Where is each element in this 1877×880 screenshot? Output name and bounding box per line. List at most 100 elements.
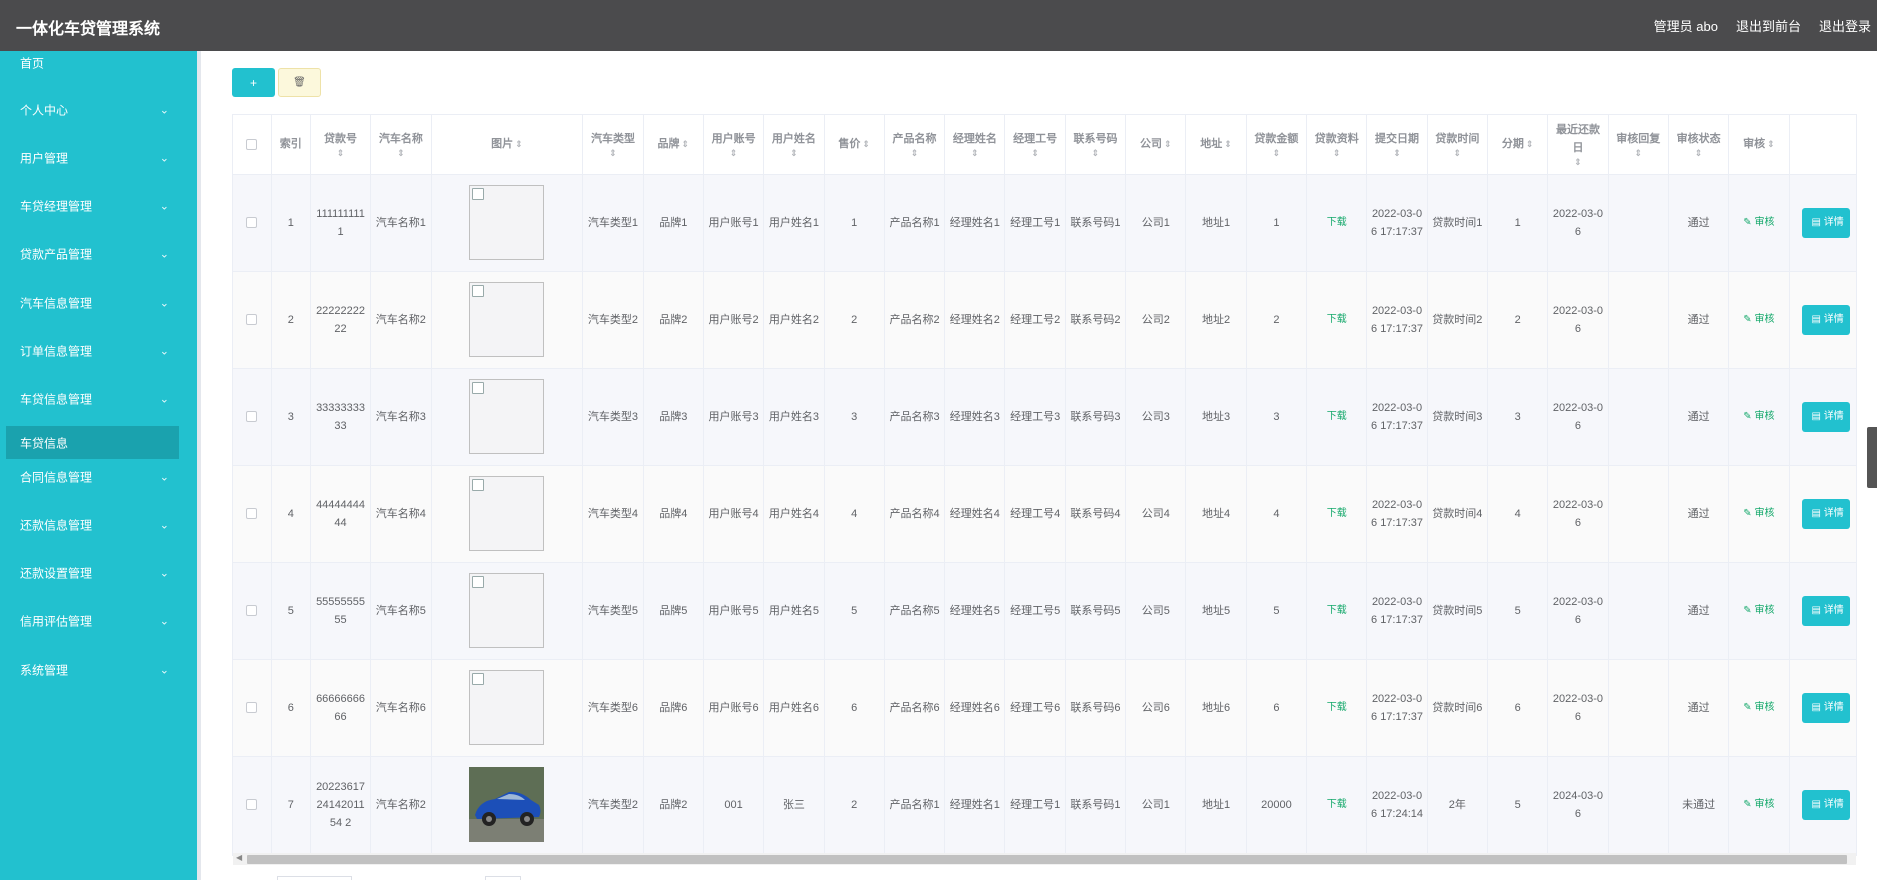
sidebar-item-repayment-settings-management[interactable]: 还款设置管理 ⌄ xyxy=(0,555,197,591)
row-checkbox[interactable] xyxy=(246,799,258,811)
select-all-checkbox[interactable] xyxy=(246,138,258,150)
column-header[interactable]: 审核 ⇕ xyxy=(1728,115,1790,175)
review-link[interactable]: ✎ 审核 xyxy=(1743,799,1774,810)
detail-button[interactable]: ▤ 详情 xyxy=(1801,692,1850,723)
column-header[interactable]: 最近还款日 ⇕ xyxy=(1547,115,1609,175)
detail-button[interactable]: ▤ 详情 xyxy=(1801,789,1850,820)
column-header[interactable]: 汽车类型 ⇕ xyxy=(582,115,644,175)
review-link[interactable]: ✎ 审核 xyxy=(1743,508,1774,519)
column-header[interactable]: 公司 ⇕ xyxy=(1125,115,1187,175)
sort-icon[interactable]: ⇕ xyxy=(1526,139,1534,149)
column-header[interactable]: 索引 xyxy=(271,115,311,175)
sort-icon[interactable]: ⇕ xyxy=(1310,148,1363,158)
row-checkbox[interactable] xyxy=(246,605,258,617)
column-header[interactable]: 售价 ⇕ xyxy=(824,115,885,175)
sidebar-item-system-management[interactable]: 系统管理 ⌄ xyxy=(0,652,197,688)
detail-button[interactable]: ▤ 详情 xyxy=(1801,595,1850,626)
column-header[interactable]: 用户姓名 ⇕ xyxy=(763,115,825,175)
sort-icon[interactable]: ⇕ xyxy=(1767,139,1775,149)
sort-icon[interactable]: ⇕ xyxy=(1370,148,1423,158)
sidebar-item-repayment-info-management[interactable]: 还款信息管理 ⌄ xyxy=(0,507,197,543)
table-row[interactable]: 3 3333333333 汽车名称3 汽车类型3 品牌3 用户账号3 用户姓名3 3 产品名称3… xyxy=(233,368,1856,466)
review-link[interactable]: ✎ 审核 xyxy=(1743,411,1774,422)
column-header[interactable]: 贷款金额 ⇕ xyxy=(1246,115,1308,175)
sort-icon[interactable]: ⇕ xyxy=(1069,148,1122,158)
column-header[interactable]: 提交日期 ⇕ xyxy=(1366,115,1428,175)
sidebar-item-user-management[interactable]: 用户管理 ⌄ xyxy=(0,140,197,176)
review-link[interactable]: ✎ 审核 xyxy=(1743,605,1774,616)
column-header[interactable]: 贷款资料 ⇕ xyxy=(1306,115,1368,175)
sidebar-subitem-car-loan-info[interactable]: 车贷信息 xyxy=(6,426,179,459)
row-checkbox[interactable] xyxy=(246,411,258,423)
page-size-select[interactable] xyxy=(277,876,352,880)
table-row[interactable]: 6 6666666666 汽车名称6 汽车类型6 品牌6 用户账号6 用户姓名6 6 产品名称6… xyxy=(233,659,1856,757)
sidebar-item-personal-center[interactable]: 个人中心 ⌄ xyxy=(0,92,197,128)
column-header[interactable]: 审核状态 ⇕ xyxy=(1668,115,1730,175)
column-header[interactable]: 地址 ⇕ xyxy=(1185,115,1247,175)
scroll-left-icon[interactable]: ◀ xyxy=(236,853,242,862)
sort-icon[interactable]: ⇕ xyxy=(586,148,639,158)
sort-icon[interactable]: ⇕ xyxy=(1224,139,1232,149)
sort-icon[interactable]: ⇕ xyxy=(1431,148,1484,158)
table-row[interactable]: 7 202236172414201154 2 汽车名称2 汽车类型2 品牌2 001 张三 2… xyxy=(233,756,1856,854)
row-checkbox[interactable] xyxy=(246,217,258,229)
vertical-scroll-handle[interactable] xyxy=(1867,427,1877,488)
download-link[interactable]: 下载 xyxy=(1327,605,1347,616)
sidebar-item-car-loan-info-management[interactable]: 车贷信息管理 ⌄ xyxy=(0,381,197,417)
download-link[interactable]: 下载 xyxy=(1327,314,1347,325)
column-header[interactable]: 贷款号 ⇕ xyxy=(310,115,372,175)
sort-icon[interactable]: ⇕ xyxy=(1008,148,1061,158)
download-link[interactable]: 下载 xyxy=(1327,217,1347,228)
delete-button[interactable]: 🗑 xyxy=(278,68,321,97)
sort-icon[interactable]: ⇕ xyxy=(862,139,870,149)
sidebar-item-loan-manager-management[interactable]: 车贷经理管理 ⌄ xyxy=(0,188,197,224)
column-header[interactable]: 产品名称 ⇕ xyxy=(884,115,946,175)
column-header[interactable]: 品牌 ⇕ xyxy=(643,115,704,175)
row-checkbox[interactable] xyxy=(246,314,258,326)
detail-button[interactable]: ▤ 详情 xyxy=(1801,207,1850,238)
column-header[interactable]: 经理姓名 ⇕ xyxy=(944,115,1006,175)
review-link[interactable]: ✎ 审核 xyxy=(1743,314,1774,325)
column-header[interactable]: 审核回复 ⇕ xyxy=(1608,115,1669,175)
column-header[interactable]: 汽车名称 ⇕ xyxy=(370,115,432,175)
table-row[interactable]: 1 1111111111 汽车名称1 汽车类型1 品牌1 用户账号1 用户姓名1 1 产品名称1… xyxy=(233,174,1856,272)
download-link[interactable]: 下载 xyxy=(1327,411,1347,422)
sort-icon[interactable]: ⇕ xyxy=(1551,157,1604,167)
sidebar-item-home[interactable]: 首页 xyxy=(0,51,197,75)
sort-icon[interactable]: ⇕ xyxy=(681,139,689,149)
scrollbar-thumb[interactable] xyxy=(247,855,1847,864)
table-row[interactable]: 2 2222222222 汽车名称2 汽车类型2 品牌2 用户账号2 用户姓名2 2 产品名称2… xyxy=(233,271,1856,369)
table-row[interactable]: 5 5555555555 汽车名称5 汽车类型5 品牌5 用户账号5 用户姓名5 5 产品名称5… xyxy=(233,562,1856,660)
download-link[interactable]: 下载 xyxy=(1327,702,1347,713)
sort-icon[interactable]: ⇕ xyxy=(888,148,941,158)
column-header[interactable]: 贷款时间 ⇕ xyxy=(1427,115,1488,175)
sort-icon[interactable]: ⇕ xyxy=(707,148,760,158)
logout-link[interactable]: 退出登录 xyxy=(1819,16,1871,35)
download-link[interactable]: 下载 xyxy=(1327,799,1347,810)
detail-button[interactable]: ▤ 详情 xyxy=(1801,401,1850,432)
sort-icon[interactable]: ⇕ xyxy=(1672,148,1725,158)
column-header[interactable]: 图片 ⇕ xyxy=(431,115,584,175)
row-checkbox[interactable] xyxy=(246,508,258,520)
sort-icon[interactable]: ⇕ xyxy=(948,148,1001,158)
column-header[interactable]: 经理工号 ⇕ xyxy=(1004,115,1066,175)
sort-icon[interactable]: ⇕ xyxy=(314,148,367,158)
column-header[interactable]: 分期 ⇕ xyxy=(1487,115,1549,175)
table-row[interactable]: 4 4444444444 汽车名称4 汽车类型4 品牌4 用户账号4 用户姓名4 4 产品名称4… xyxy=(233,465,1856,563)
review-link[interactable]: ✎ 审核 xyxy=(1743,217,1774,228)
detail-button[interactable]: ▤ 详情 xyxy=(1801,498,1850,529)
sort-icon[interactable]: ⇕ xyxy=(1250,148,1303,158)
column-header[interactable]: 用户账号 ⇕ xyxy=(703,115,765,175)
sort-icon[interactable]: ⇕ xyxy=(374,148,427,158)
sort-icon[interactable]: ⇕ xyxy=(515,139,523,149)
sidebar-item-car-info-management[interactable]: 汽车信息管理 ⌄ xyxy=(0,285,197,321)
row-checkbox[interactable] xyxy=(246,702,258,714)
sort-icon[interactable]: ⇕ xyxy=(767,148,820,158)
to-frontend-link[interactable]: 退出到前台 xyxy=(1736,16,1801,35)
column-header[interactable]: 联系号码 ⇕ xyxy=(1065,115,1127,175)
sidebar-item-contract-info-management[interactable]: 合同信息管理 ⌄ xyxy=(0,459,197,495)
sidebar-item-loan-product-management[interactable]: 贷款产品管理 ⌄ xyxy=(0,236,197,272)
sort-icon[interactable]: ⇕ xyxy=(1612,148,1665,158)
sidebar-item-credit-assessment-management[interactable]: 信用评估管理 ⌄ xyxy=(0,603,197,639)
page-jump-input[interactable] xyxy=(485,876,521,880)
